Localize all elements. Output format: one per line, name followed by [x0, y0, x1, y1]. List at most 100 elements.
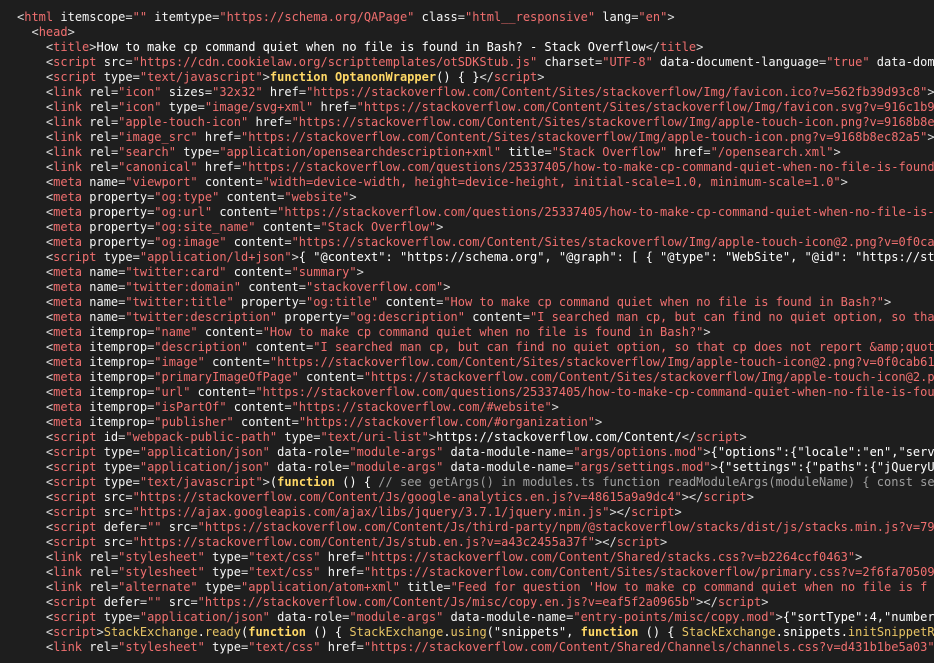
source-line: <link rel="image_src" href="https://stac… — [17, 130, 934, 145]
source-token: "html__responsive" — [465, 10, 596, 24]
source-token: "stylesheet" — [118, 550, 205, 564]
source-token: "search" — [118, 145, 176, 159]
source-token: meta — [53, 235, 83, 249]
source-token: script — [53, 505, 97, 519]
source-token: content — [298, 370, 357, 384]
source-token: link — [53, 160, 83, 174]
source-token: = — [255, 175, 263, 189]
source-token: < — [17, 535, 54, 549]
source-token: > — [703, 325, 711, 339]
source-token: meta — [53, 295, 83, 309]
source-token: () { } — [436, 70, 480, 84]
source-token: = — [291, 415, 299, 429]
source-token: data-role — [269, 610, 343, 624]
source-token: = — [356, 565, 364, 579]
source-token: href — [313, 100, 350, 114]
source-token: script — [53, 520, 97, 534]
source-token: "width=device-width, height=device-heigh… — [262, 175, 841, 189]
source-token: < — [17, 610, 54, 624]
source-token: OptanonWrapper — [334, 70, 437, 84]
source-token: link — [53, 640, 83, 654]
source-token: "image" — [154, 355, 205, 369]
source-token: meta — [53, 175, 83, 189]
source-token: "apple-touch-icon" — [118, 115, 249, 129]
source-token: https://stackoverflow.com/Content/ — [436, 430, 682, 444]
source-code-viewer[interactable]: <html itemscope="" itemtype="https://sch… — [0, 0, 934, 663]
source-line: <script>StackExchange.ready(function () … — [17, 625, 934, 640]
source-token: rel — [82, 115, 111, 129]
source-token: "UTF-8" — [602, 55, 653, 69]
source-line: <meta property="og:site_name" content="S… — [17, 220, 443, 235]
source-token: = — [522, 310, 530, 324]
source-line: <meta itemprop="image" content="https://… — [17, 355, 934, 370]
source-token: < — [17, 370, 54, 384]
source-token: property — [82, 190, 148, 204]
source-token: itemtype — [147, 10, 213, 24]
source-token: "text/css" — [248, 550, 321, 564]
source-token: "https://schema.org/QAPage" — [219, 10, 415, 24]
source-token: name — [82, 295, 119, 309]
source-token: meta — [53, 400, 83, 414]
source-token: src — [161, 520, 191, 534]
source-token: = — [703, 145, 711, 159]
source-token: < — [17, 355, 54, 369]
source-token: > — [291, 250, 299, 264]
source-token: "canonical" — [118, 160, 198, 174]
source-token: > — [356, 265, 364, 279]
source-token: = — [544, 145, 552, 159]
source-token: property — [82, 205, 148, 219]
source-token: < — [17, 40, 54, 54]
source-token: </ — [645, 40, 661, 54]
source-token: "og:title" — [306, 295, 379, 309]
source-token: id — [96, 430, 119, 444]
source-token: data-module-name — [443, 610, 567, 624]
source-line: <meta itemprop="url" content="https://st… — [17, 385, 934, 400]
source-token: = — [190, 595, 198, 609]
source-token: "https://stackoverflow.com/Content/Sites… — [241, 130, 928, 144]
source-token: "How to make cp command quiet when no fi… — [262, 325, 704, 339]
source-token: link — [53, 85, 83, 99]
source-token: src — [96, 505, 126, 519]
source-token: < — [17, 580, 54, 594]
source-token: property — [82, 235, 148, 249]
source-token: content — [233, 415, 292, 429]
source-token: "https://stackoverflow.com/questions/253… — [241, 160, 934, 174]
source-token: link — [53, 100, 83, 114]
source-token: "summary" — [291, 265, 357, 279]
source-line: <link rel="apple-touch-icon" href="https… — [17, 115, 934, 130]
source-line: <title>How to make cp command quiet when… — [17, 40, 703, 55]
source-token: name — [82, 265, 119, 279]
source-token: src — [161, 595, 191, 609]
source-token: "" — [147, 520, 162, 534]
source-line: <head> — [17, 25, 74, 40]
source-token: href — [667, 145, 704, 159]
source-token: > — [710, 460, 718, 474]
source-token: "https://stackoverflow.com/Content/Sites… — [306, 85, 928, 99]
source-token: initSnippetRen — [847, 625, 934, 639]
source-token: script — [53, 430, 97, 444]
source-token: = — [457, 10, 466, 24]
source-token: "publisher" — [154, 415, 234, 429]
source-token: title — [53, 40, 90, 54]
source-token: < — [17, 220, 54, 234]
source-token: < — [17, 205, 54, 219]
source-token: = — [298, 280, 307, 294]
source-token: script — [53, 490, 97, 504]
source-token: ></ — [595, 535, 617, 549]
source-token: "Stack Overflow" — [551, 145, 668, 159]
source-token: < — [17, 100, 54, 114]
source-token: {"settings":{"paths":{"jQueryUI — [717, 460, 934, 474]
source-token: content — [378, 295, 437, 309]
source-line: <script type="text/javascript">(function… — [17, 475, 934, 490]
source-token: How to make cp command quiet when no fil… — [96, 40, 646, 54]
source-token: "webpack-public-path" — [125, 430, 278, 444]
source-token: > — [927, 130, 934, 144]
source-token: > — [927, 85, 934, 99]
source-token: StackExchange — [349, 625, 444, 639]
source-line: <link rel = "search" type = "application/ope… — [17, 145, 841, 160]
source-token: function — [248, 625, 307, 639]
source-token: = — [132, 460, 140, 474]
source-token: content — [226, 265, 285, 279]
source-token: > — [436, 220, 444, 234]
source-token: rel — [82, 580, 111, 594]
